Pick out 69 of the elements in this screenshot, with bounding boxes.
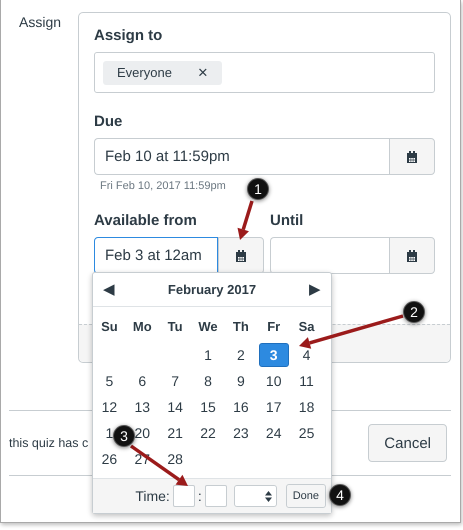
token-label: Everyone bbox=[117, 65, 172, 80]
calendar-day[interactable]: 22 bbox=[200, 424, 216, 440]
spinner-icon bbox=[264, 490, 272, 502]
calendar-day[interactable]: 2 bbox=[236, 346, 245, 362]
calendar-icon bbox=[405, 248, 419, 262]
calendar-button[interactable] bbox=[389, 138, 435, 175]
calendar-day[interactable]: 10 bbox=[266, 372, 282, 388]
calendar-day[interactable]: 11 bbox=[299, 372, 314, 388]
field-label: Due bbox=[94, 113, 124, 130]
field-label: Until bbox=[270, 212, 304, 229]
weekday-label: Su bbox=[101, 318, 118, 336]
calendar-day[interactable]: 14 bbox=[167, 398, 183, 414]
calendar-day[interactable]: 1 bbox=[106, 424, 114, 440]
calendar-day[interactable]: 18 bbox=[298, 398, 314, 414]
weekday-label: Fr bbox=[267, 318, 280, 336]
section-label: Assign bbox=[19, 13, 62, 32]
calendar-day[interactable]: 5 bbox=[106, 372, 114, 388]
calendar-day[interactable]: 17 bbox=[266, 398, 282, 414]
calendar-day[interactable]: 24 bbox=[266, 424, 282, 440]
calendar-day[interactable]: 6 bbox=[138, 372, 146, 388]
month-title: February 2017 bbox=[168, 282, 256, 297]
quiz-note: this quiz has c bbox=[9, 436, 88, 450]
step-badge: 4 bbox=[329, 484, 351, 506]
cancel-button[interactable]: Cancel bbox=[368, 424, 447, 462]
calendar-day[interactable]: 25 bbox=[298, 424, 314, 440]
time-label: Time: bbox=[135, 488, 170, 504]
weekday-label: Tu bbox=[168, 318, 183, 336]
hour-field[interactable] bbox=[172, 485, 195, 507]
calendar-day[interactable]: 20 bbox=[134, 424, 150, 440]
calendar-button[interactable] bbox=[218, 237, 264, 274]
step-badge: 1 bbox=[247, 178, 269, 200]
calendar-day[interactable]: 9 bbox=[236, 372, 245, 388]
calendar-day[interactable]: 28 bbox=[167, 450, 183, 466]
assignee-field[interactable]: Everyone × bbox=[94, 52, 435, 93]
weekday-label: Th bbox=[232, 318, 249, 336]
calendar-icon bbox=[234, 248, 248, 262]
time-separator: : bbox=[198, 488, 202, 504]
calendar-day[interactable]: 16 bbox=[233, 398, 249, 414]
calendar-button[interactable] bbox=[389, 237, 435, 274]
previous-month-button[interactable]: ◀ bbox=[103, 282, 115, 297]
calendar-day[interactable]: 26 bbox=[102, 450, 118, 466]
pointer-arrow bbox=[130, 444, 188, 486]
date-field[interactable]: Feb 3 at 12am bbox=[94, 237, 218, 274]
minute-field[interactable] bbox=[204, 485, 227, 507]
step-badge: 2 bbox=[403, 301, 425, 323]
calendar-day[interactable]: 12 bbox=[102, 398, 118, 414]
calendar-day[interactable]: 1 bbox=[204, 346, 212, 362]
weekday-label: Sa bbox=[298, 318, 315, 336]
calendar-day[interactable]: 4 bbox=[302, 346, 310, 362]
calendar-day[interactable]: 3 bbox=[258, 342, 289, 366]
weekday-label: Mo bbox=[132, 318, 152, 336]
pointer-arrow bbox=[238, 200, 254, 240]
date-hint: Fri Feb 10, 2017 11:59pm bbox=[100, 180, 226, 192]
calendar-day[interactable]: 23 bbox=[233, 424, 249, 440]
calendar-day[interactable]: 8 bbox=[204, 372, 212, 388]
calendar-day[interactable]: 21 bbox=[167, 424, 183, 440]
field-label: Assign to bbox=[94, 27, 164, 44]
weekday-label: We bbox=[198, 318, 218, 336]
date-field[interactable]: Feb 10 at 11:59pm bbox=[94, 138, 389, 175]
date-field[interactable] bbox=[270, 237, 389, 274]
ampm-select[interactable] bbox=[234, 485, 277, 507]
remove-button[interactable]: × bbox=[198, 64, 208, 81]
next-month-button[interactable]: ▶ bbox=[308, 282, 321, 297]
field-label: Available from bbox=[94, 212, 198, 229]
done-button[interactable]: Done bbox=[286, 484, 326, 508]
calendar-day[interactable]: 7 bbox=[171, 372, 180, 388]
calendar-day[interactable]: 15 bbox=[200, 398, 216, 414]
calendar-day[interactable]: 13 bbox=[134, 398, 150, 414]
calendar-icon bbox=[405, 150, 419, 164]
